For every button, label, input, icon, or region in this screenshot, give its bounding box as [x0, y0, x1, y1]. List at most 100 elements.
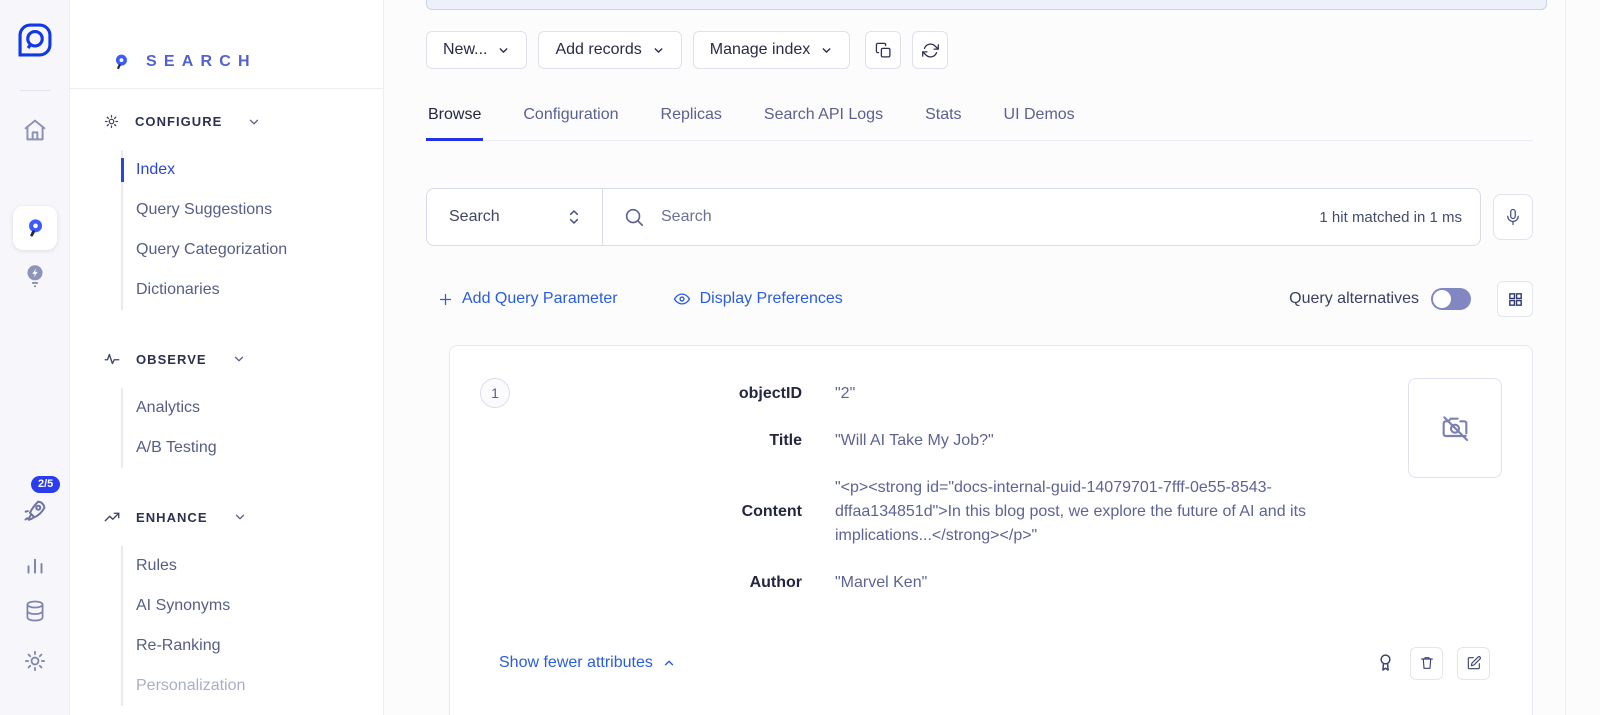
content-edge-divider [1565, 0, 1566, 715]
manage-index-label: Manage index [710, 41, 811, 59]
sidebar-item-ai-synonyms[interactable]: AI Synonyms [123, 586, 383, 626]
chevron-down-icon [652, 44, 665, 57]
chevron-up-icon [662, 656, 676, 670]
attribute-value: "2" [835, 382, 1340, 406]
copy-icon [875, 42, 892, 59]
add-records-button[interactable]: Add records [538, 31, 681, 69]
grid-icon [1507, 291, 1524, 308]
award-icon[interactable] [1375, 651, 1396, 675]
attribute-value: "<p><strong id="docs-internal-guid-14079… [835, 476, 1340, 548]
section-configure: CONFIGURE Index Query Suggestions Query … [70, 113, 383, 310]
index-tabs: Browse Configuration Replicas Search API… [426, 106, 1533, 141]
search-box: Search 1 hit matched in 1 ms [426, 188, 1481, 246]
voice-search-button[interactable] [1493, 194, 1533, 240]
tab-configuration[interactable]: Configuration [521, 106, 620, 141]
edit-record-button[interactable] [1457, 647, 1490, 680]
sidebar-item-index[interactable]: Index [123, 150, 383, 190]
section-configure-header[interactable]: CONFIGURE [70, 113, 383, 130]
activity-icon [103, 350, 121, 368]
gear-icon [103, 113, 120, 130]
tab-replicas[interactable]: Replicas [659, 106, 724, 141]
section-observe: OBSERVE Analytics A/B Testing [70, 350, 383, 468]
chevron-down-icon [232, 352, 246, 366]
chevron-down-icon [820, 44, 833, 57]
trash-icon [1419, 655, 1435, 671]
index-toolbar: New... Add records Manage index [426, 31, 948, 69]
trending-up-icon [103, 508, 121, 526]
sidebar-item-personalization[interactable]: Personalization [123, 666, 383, 706]
copy-button[interactable] [865, 31, 901, 69]
query-alternatives-label: Query alternatives [1289, 290, 1419, 308]
add-query-parameter-label: Add Query Parameter [462, 290, 618, 308]
result-card-footer: Show fewer attributes [499, 646, 1490, 680]
sidebar-item-dictionaries[interactable]: Dictionaries [123, 270, 383, 310]
sidebar-item-query-categorization[interactable]: Query Categorization [123, 230, 383, 270]
tab-search-api-logs[interactable]: Search API Logs [762, 106, 885, 141]
refresh-icon [922, 42, 939, 59]
new-button[interactable]: New... [426, 31, 527, 69]
chevron-down-icon [247, 115, 261, 129]
algolia-logo-icon[interactable] [13, 18, 57, 62]
analytics-bars-icon[interactable] [22, 551, 48, 577]
search-icon [623, 206, 645, 228]
show-fewer-label: Show fewer attributes [499, 654, 653, 672]
microphone-icon [1504, 208, 1522, 226]
new-button-label: New... [443, 41, 487, 59]
search-mode-select[interactable]: Search [427, 189, 603, 245]
section-observe-header[interactable]: OBSERVE [70, 350, 383, 368]
query-alternatives-toggle[interactable] [1431, 288, 1471, 310]
add-records-label: Add records [555, 41, 641, 59]
result-attributes: objectID "2" Title "Will AI Take My Job?… [450, 382, 1532, 618]
sidebar-item-rules[interactable]: Rules [123, 546, 383, 586]
refresh-button[interactable] [912, 31, 948, 69]
search-input-wrap: 1 hit matched in 1 ms [603, 189, 1480, 245]
attribute-row: Author "Marvel Ken" [450, 571, 1532, 595]
chevron-updown-icon [566, 207, 582, 227]
rocket-icon[interactable] [20, 496, 50, 526]
search-section-icon [110, 51, 132, 73]
icon-rail: 2/5 [0, 0, 70, 715]
tab-browse[interactable]: Browse [426, 106, 483, 141]
tab-stats[interactable]: Stats [923, 106, 963, 141]
section-label: OBSERVE [136, 352, 207, 367]
image-placeholder [1408, 378, 1502, 478]
sidebar-item-ab-testing[interactable]: A/B Testing [123, 428, 383, 468]
database-icon[interactable] [22, 598, 48, 624]
home-icon[interactable] [21, 116, 49, 144]
attribute-row: Content "<p><strong id="docs-internal-gu… [450, 476, 1532, 548]
query-alternatives-group: Query alternatives [1289, 281, 1533, 317]
add-query-parameter-link[interactable]: Add Query Parameter [438, 290, 618, 308]
attribute-name: Author [450, 572, 802, 594]
result-card: 1 objectID "2" Title "Will AI Take My Jo… [449, 345, 1533, 715]
search-input[interactable] [661, 208, 1303, 226]
toggle-knob [1433, 290, 1451, 308]
section-enhance: ENHANCE Rules AI Synonyms Re-Ranking Per… [70, 508, 383, 706]
show-fewer-attributes-link[interactable]: Show fewer attributes [499, 654, 676, 672]
display-preferences-link[interactable]: Display Preferences [673, 290, 843, 308]
attribute-name: Title [450, 430, 802, 452]
sidebar-item-re-ranking[interactable]: Re-Ranking [123, 626, 383, 666]
attribute-value: "Will AI Take My Job?" [835, 429, 1340, 453]
plus-icon [438, 292, 453, 307]
usage-badge: 2/5 [31, 476, 60, 493]
hits-status: 1 hit matched in 1 ms [1319, 209, 1462, 226]
sidebar-item-analytics[interactable]: Analytics [123, 388, 383, 428]
search-mode-value: Search [449, 208, 500, 226]
section-enhance-header[interactable]: ENHANCE [70, 508, 383, 526]
attribute-row: objectID "2" [450, 382, 1532, 406]
search-product-icon[interactable] [13, 206, 57, 250]
index-selector-bar-partial[interactable] [426, 0, 1547, 10]
camera-off-icon [1439, 412, 1471, 444]
rail-divider [20, 90, 50, 91]
attribute-name: Content [450, 501, 802, 523]
recommend-bulb-icon[interactable] [22, 262, 48, 290]
section-label: CONFIGURE [135, 114, 222, 129]
sidebar-header: SEARCH [70, 0, 383, 89]
delete-record-button[interactable] [1410, 647, 1443, 680]
settings-gear-icon[interactable] [22, 648, 48, 674]
tab-ui-demos[interactable]: UI Demos [1002, 106, 1077, 141]
attribute-row: Title "Will AI Take My Job?" [450, 429, 1532, 453]
sidebar-item-query-suggestions[interactable]: Query Suggestions [123, 190, 383, 230]
manage-index-button[interactable]: Manage index [693, 31, 851, 69]
layout-grid-button[interactable] [1497, 281, 1533, 317]
